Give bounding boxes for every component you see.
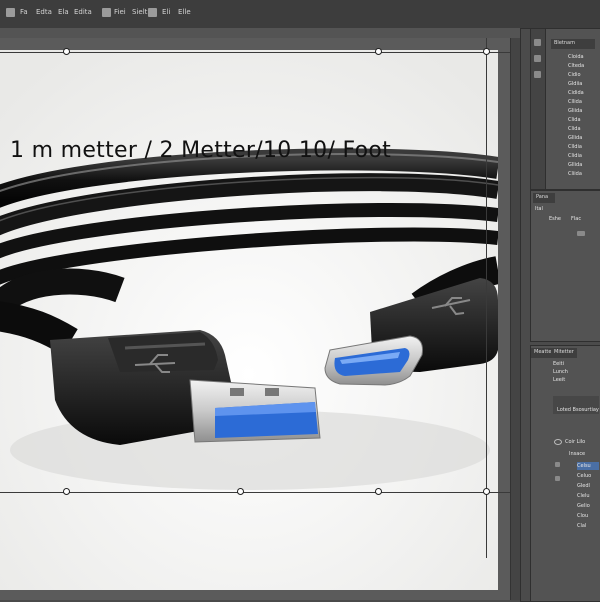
checkbox-icon[interactable] xyxy=(555,462,560,467)
properties-panel: Pana Ital Eshe Flac xyxy=(530,190,600,342)
layers-bar: Loted Bsosurtiay xyxy=(553,396,599,414)
menubar: Fa Edta Ela Edita Fiei Sielt Eli Elle xyxy=(0,0,600,29)
menu-item-file[interactable]: Fa xyxy=(20,8,28,16)
layers-header-label: Lunch xyxy=(553,369,568,375)
folder-icon xyxy=(577,231,585,236)
tab-properties[interactable]: Pana xyxy=(533,193,555,203)
history-icon[interactable] xyxy=(534,71,541,78)
tab-meatter[interactable]: Meatter xyxy=(531,348,554,358)
list-item[interactable]: Clteda xyxy=(568,62,584,70)
artboard-title: 1 m metter / 2 Metter/10 10/ Foot xyxy=(10,138,392,163)
filter-icon[interactable] xyxy=(148,8,157,17)
list-item[interactable]: Clelu xyxy=(577,492,590,500)
transform-handle[interactable] xyxy=(63,48,70,55)
layer-group[interactable]: Coir Lilo xyxy=(565,438,585,446)
menu-item-filter[interactable]: Eli xyxy=(162,8,170,16)
list-item[interactable]: Cloida xyxy=(568,53,584,61)
layers-panel-top: Bletnam Cloida Clteda Cidio Gldiia Cidid… xyxy=(545,28,600,190)
list-item[interactable]: Clal xyxy=(577,522,586,530)
list-item[interactable]: Gliida xyxy=(568,107,582,115)
transform-handle[interactable] xyxy=(483,488,490,495)
list-item[interactable]: Gllida xyxy=(568,134,582,142)
transform-handle[interactable] xyxy=(375,488,382,495)
list-item[interactable]: Gelio xyxy=(577,502,590,510)
layers-icon[interactable] xyxy=(534,55,541,62)
artboard: 1 m metter / 2 Metter/10 10/ Foot xyxy=(0,50,498,590)
guide-bottom xyxy=(0,492,520,493)
menu-item-type[interactable]: Fiei xyxy=(114,8,126,16)
canvas-area: 1 m metter / 2 Metter/10 10/ Foot xyxy=(0,38,520,600)
list-item[interactable]: Clida xyxy=(568,125,581,133)
layer-sub[interactable]: Insace xyxy=(569,450,585,458)
usb-cable-illustration xyxy=(0,50,498,590)
list-item[interactable]: Gldiia xyxy=(568,80,582,88)
layers-bar-label: Loted Bsosurtiay xyxy=(557,407,599,413)
menu-item-image[interactable]: Ela xyxy=(58,8,69,16)
gear-icon[interactable] xyxy=(534,39,541,46)
list-item[interactable]: Cidida xyxy=(568,89,584,97)
guide-top xyxy=(0,52,520,53)
list-item[interactable]: Gledl xyxy=(577,482,590,490)
eye-icon[interactable] xyxy=(554,439,562,445)
list-item[interactable]: Gllida xyxy=(568,161,582,169)
list-item[interactable]: Clou xyxy=(577,512,588,520)
app-logo-icon[interactable] xyxy=(6,8,15,17)
layer-selected[interactable]: Celsu xyxy=(577,462,599,470)
tab-bletnam[interactable]: Bletnam xyxy=(551,39,595,49)
list-item[interactable]: Celuo xyxy=(577,472,591,480)
tab-mitetter[interactable]: Mitetter xyxy=(551,348,577,358)
transform-handle[interactable] xyxy=(375,48,382,55)
list-item[interactable]: Cliida xyxy=(568,170,582,178)
menu-item-layer[interactable]: Edita xyxy=(74,8,92,16)
transform-handle[interactable] xyxy=(63,488,70,495)
menu-item-select[interactable]: Sielt xyxy=(132,8,147,16)
transform-handle[interactable] xyxy=(483,48,490,55)
layer-list: Cloida Clteda Cidio Gldiia Cidida Cllida… xyxy=(546,53,600,183)
layers-header-label: Eeiti xyxy=(553,361,564,367)
menu-item-edit[interactable]: Edta xyxy=(36,8,52,16)
list-item[interactable]: Clidia xyxy=(568,152,582,160)
checkbox-icon[interactable] xyxy=(555,476,560,481)
menu-item-view[interactable]: Elle xyxy=(178,8,191,16)
properties-label: Flac xyxy=(571,216,582,222)
list-item[interactable]: Clldia xyxy=(568,143,582,151)
tool-icon[interactable] xyxy=(102,8,111,17)
properties-label: Ital xyxy=(535,206,543,212)
panel-toolbar xyxy=(530,28,546,190)
list-item[interactable]: Clida xyxy=(568,116,581,124)
list-item[interactable]: Cidio xyxy=(568,71,581,79)
guide-right xyxy=(486,38,487,558)
list-item[interactable]: Cllida xyxy=(568,98,582,106)
transform-handle[interactable] xyxy=(237,488,244,495)
layers-header-label: Leeit xyxy=(553,377,566,383)
layers-panel: Meatter Mitetter Eeiti Lunch Leeit Loted… xyxy=(530,345,600,602)
properties-label: Eshe xyxy=(549,216,562,222)
